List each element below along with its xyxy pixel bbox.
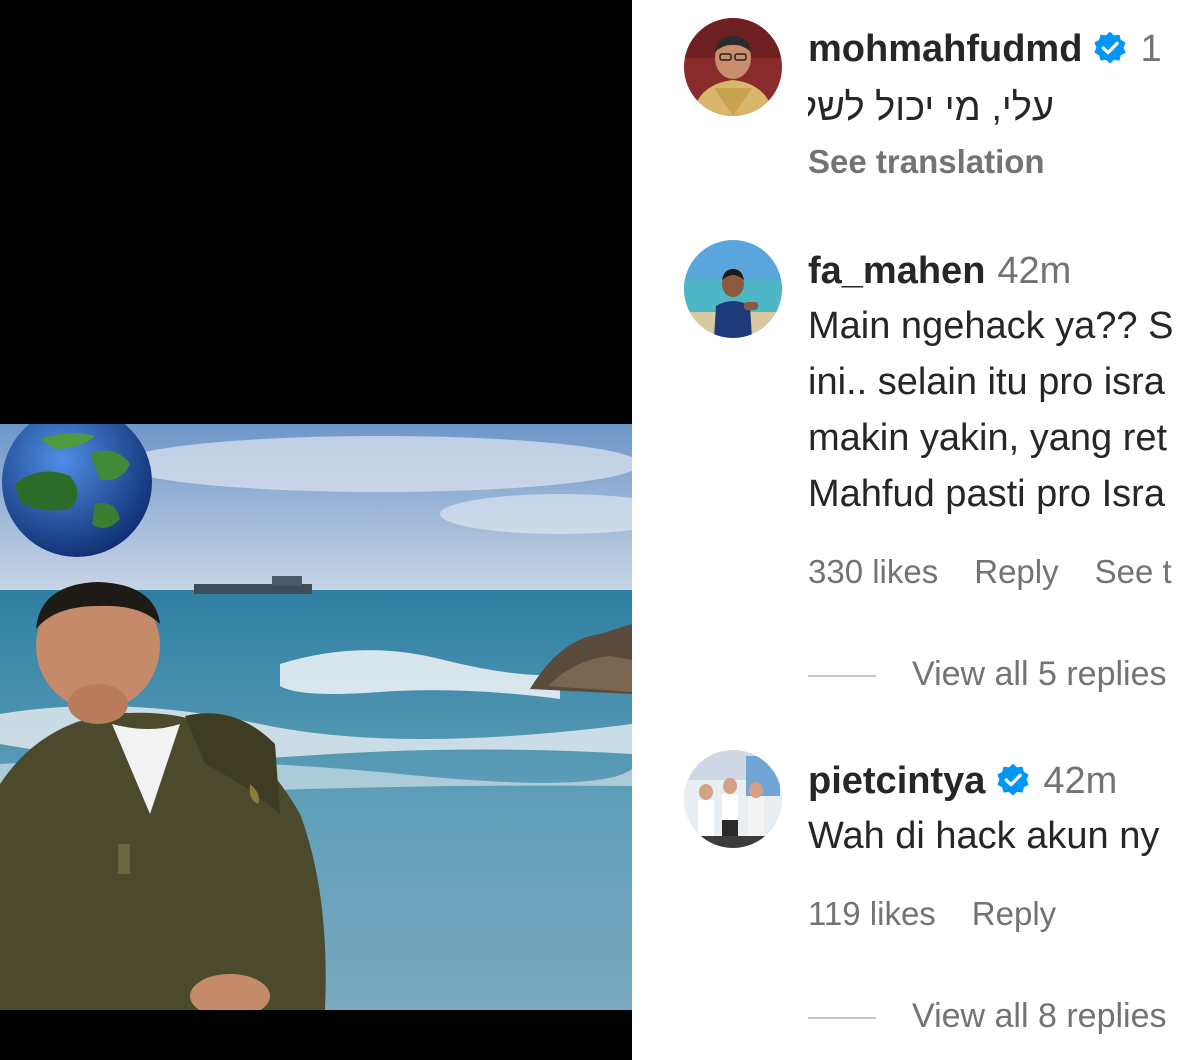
video-still — [0, 424, 632, 1010]
comment-time: 42m — [997, 250, 1072, 292]
avatar-image — [684, 750, 782, 848]
verified-badge-icon — [1094, 31, 1127, 64]
comment-username[interactable]: mohmahfudmd — [808, 28, 1082, 70]
reply-button[interactable]: Reply — [972, 895, 1056, 932]
post-media[interactable] — [0, 0, 632, 1060]
view-replies-label: View all 5 replies — [912, 655, 1167, 693]
comment-text: Wah di hack akun ny — [808, 815, 1160, 857]
avatar-image — [684, 240, 782, 338]
comment-time: 42m — [1043, 760, 1118, 802]
video-frame[interactable] — [0, 424, 632, 1010]
verified-badge-icon — [997, 763, 1030, 796]
view-replies-label: View all 8 replies — [912, 997, 1167, 1035]
avatar[interactable] — [684, 750, 782, 848]
likes-count[interactable]: 330 likes — [808, 553, 938, 590]
avatar[interactable] — [684, 240, 782, 338]
view-replies-button[interactable]: View all 8 replies — [808, 996, 1167, 1036]
replies-divider-line — [808, 675, 876, 678]
view-replies-button[interactable]: View all 5 replies — [808, 654, 1167, 694]
avatar[interactable] — [684, 18, 782, 116]
comment-text-line: ini.. selain itu pro isra — [808, 361, 1165, 403]
comment-text: עלי, מי יכול לשלוט בי — [808, 87, 1054, 129]
comment-text-line: Main ngehack ya?? S — [808, 305, 1174, 347]
comment-header: fa_mahen 42m — [808, 248, 1200, 294]
comment-username[interactable]: fa_mahen — [808, 250, 985, 292]
comment-header: mohmahfudmd 1 — [808, 26, 1200, 72]
likes-count[interactable]: 119 likes — [808, 895, 936, 932]
replies-divider-line — [808, 1017, 876, 1020]
comment-actions: 330 likes Reply See t — [808, 552, 1200, 592]
reply-button[interactable]: Reply — [974, 553, 1058, 590]
comment-text: Main ngehack ya?? S ini.. selain itu pro… — [808, 298, 1200, 522]
comment-text-line: makin yakin, yang ret — [808, 417, 1168, 459]
comments-panel: mohmahfudmd 1 עלי, מי יכול לשלוט בי See t… — [632, 0, 1200, 1060]
comment-text-line: Mahfud pasti pro Isra — [808, 473, 1165, 515]
comment-time: 1 — [1140, 28, 1162, 70]
see-translation-link[interactable]: See t — [1095, 553, 1172, 590]
comment-actions: 119 likes Reply — [808, 894, 1200, 934]
see-translation-link[interactable]: See translation — [808, 142, 1200, 182]
comment-username[interactable]: pietcintya — [808, 760, 985, 802]
comment-header: pietcintya 42m — [808, 758, 1200, 804]
avatar-image — [684, 18, 782, 116]
